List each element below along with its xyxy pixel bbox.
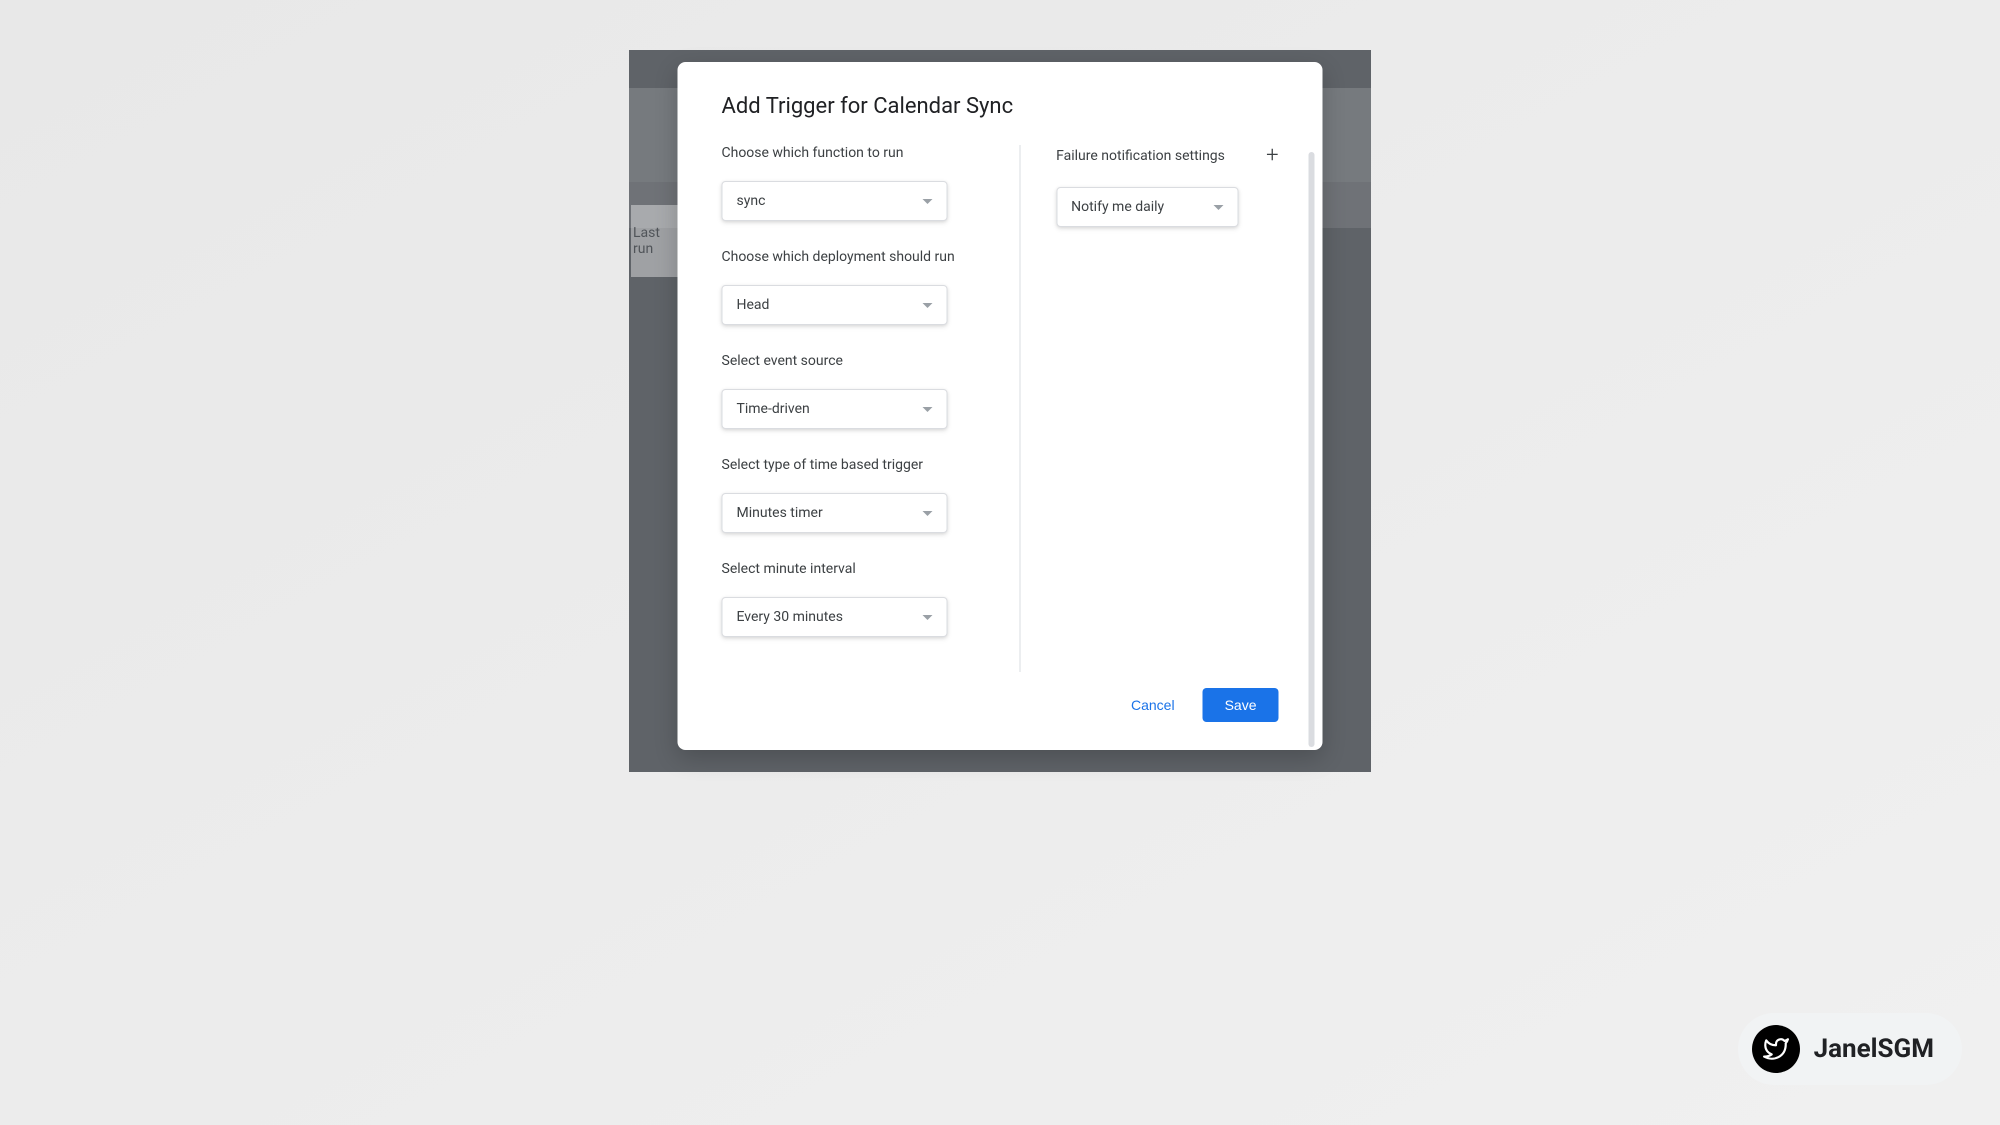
save-button[interactable]: Save — [1203, 688, 1279, 722]
notification-header: Failure notification settings + — [1056, 145, 1278, 167]
add-trigger-modal: Add Trigger for Calendar Sync Choose whi… — [678, 62, 1323, 750]
plus-icon[interactable]: + — [1266, 145, 1278, 167]
interval-field-group: Select minute interval Every 30 minutes — [722, 561, 984, 637]
chevron-down-icon — [923, 199, 933, 204]
modal-footer: Cancel Save — [722, 688, 1279, 722]
twitter-icon — [1763, 1036, 1789, 1062]
cancel-button[interactable]: Cancel — [1127, 689, 1179, 721]
chevron-down-icon — [923, 407, 933, 412]
event-source-label: Select event source — [722, 353, 984, 369]
deployment-select[interactable]: Head — [722, 285, 948, 325]
deployment-label: Choose which deployment should run — [722, 249, 984, 265]
watermark-text: JanelSGM — [1814, 1034, 1934, 1064]
event-source-field-group: Select event source Time-driven — [722, 353, 984, 429]
chevron-down-icon — [923, 511, 933, 516]
trigger-type-select[interactable]: Minutes timer — [722, 493, 948, 533]
notification-select[interactable]: Notify me daily — [1056, 187, 1238, 227]
chevron-down-icon — [923, 303, 933, 308]
backdrop-last-run: Last run — [631, 205, 681, 277]
chevron-down-icon — [923, 615, 933, 620]
event-source-select[interactable]: Time-driven — [722, 389, 948, 429]
function-select[interactable]: sync — [722, 181, 948, 221]
trigger-type-label: Select type of time based trigger — [722, 457, 984, 473]
deployment-value: Head — [737, 297, 770, 313]
notification-label: Failure notification settings — [1056, 148, 1225, 164]
interval-select[interactable]: Every 30 minutes — [722, 597, 948, 637]
trigger-type-field-group: Select type of time based trigger Minute… — [722, 457, 984, 533]
event-source-value: Time-driven — [737, 401, 810, 417]
notification-value: Notify me daily — [1071, 199, 1164, 215]
twitter-icon-circle — [1752, 1025, 1800, 1073]
left-column: Choose which function to run sync Choose… — [722, 145, 1021, 672]
right-column: Failure notification settings + Notify m… — [1020, 145, 1278, 672]
function-field-group: Choose which function to run sync — [722, 145, 984, 221]
function-label: Choose which function to run — [722, 145, 984, 161]
watermark-badge: JanelSGM — [1738, 1013, 1962, 1085]
trigger-type-value: Minutes timer — [737, 505, 823, 521]
deployment-field-group: Choose which deployment should run Head — [722, 249, 984, 325]
function-value: sync — [737, 193, 766, 209]
interval-value: Every 30 minutes — [737, 609, 843, 625]
scrollbar[interactable] — [1309, 152, 1315, 747]
modal-title: Add Trigger for Calendar Sync — [722, 94, 1279, 119]
modal-body: Choose which function to run sync Choose… — [722, 145, 1279, 672]
chevron-down-icon — [1213, 205, 1223, 210]
interval-label: Select minute interval — [722, 561, 984, 577]
